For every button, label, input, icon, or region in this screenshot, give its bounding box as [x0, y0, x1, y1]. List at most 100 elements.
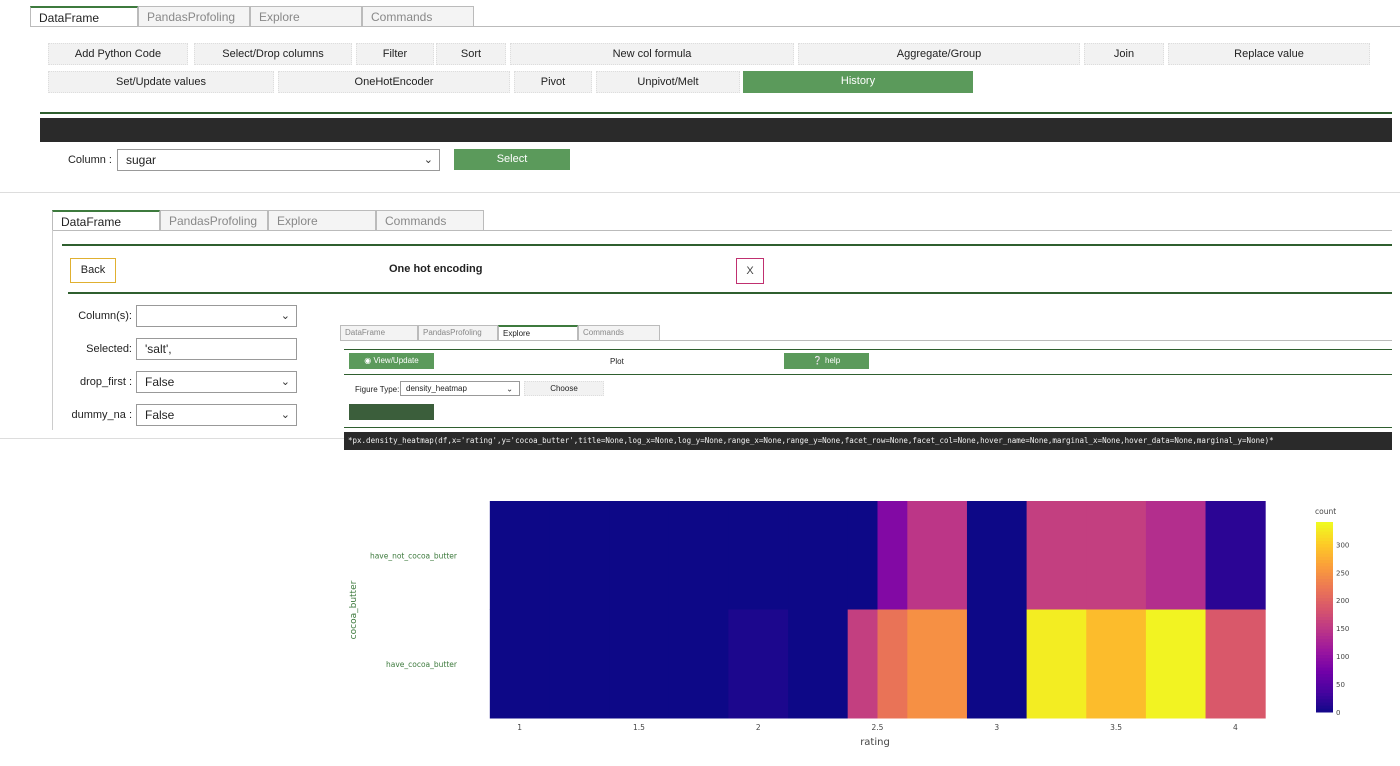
heatmap-cell: [1086, 501, 1147, 610]
colorbar-segment: [1316, 610, 1333, 615]
join-button[interactable]: Join: [1084, 43, 1164, 65]
mid-tab-pandasprofoling[interactable]: PandasProfoling: [160, 210, 268, 230]
colorbar-segment: [1316, 522, 1333, 526]
colorbar-segment: [1316, 569, 1333, 574]
lower-separator: [0, 438, 345, 439]
column-select[interactable]: sugar ⌄: [117, 149, 440, 171]
add-python-code-button[interactable]: Add Python Code: [48, 43, 188, 65]
x-tick-label: 3: [994, 723, 999, 732]
sort-button[interactable]: Sort: [436, 43, 506, 65]
colorbar-segment: [1316, 648, 1333, 653]
top-tab-pandasprofoling[interactable]: PandasProfoling: [138, 6, 250, 26]
dummy-na-label: dummy_na :: [71, 409, 132, 421]
drop-first-select[interactable]: False ⌄: [136, 371, 297, 393]
heatmap-cell: [609, 609, 670, 719]
pivot-button[interactable]: Pivot: [514, 71, 592, 93]
heatmap-cell: [1026, 501, 1087, 610]
heatmap-cell: [847, 501, 878, 610]
colorbar-segment: [1316, 556, 1333, 561]
run-button[interactable]: [349, 404, 434, 420]
history-button[interactable]: History: [743, 71, 973, 93]
mid-tab-dataframe[interactable]: DataFrame: [52, 210, 160, 230]
colorbar-segment: [1316, 658, 1333, 662]
explore-tab-pandasprofoling[interactable]: PandasProfoling: [418, 325, 498, 340]
colorbar-segment: [1316, 604, 1333, 608]
colorbar-segment: [1316, 674, 1333, 678]
heatmap-cell: [728, 609, 789, 719]
colorbar-segment: [1316, 683, 1333, 688]
heatmap-cell: [489, 501, 550, 610]
x-tick-label: 2: [756, 723, 761, 732]
colorbar-segment: [1316, 560, 1333, 564]
drop-first-value: False: [145, 375, 175, 389]
colorbar: 0 50 100 150 200 250 300: [1316, 522, 1349, 717]
colorbar-segment: [1316, 588, 1333, 593]
density-heatmap-chart: have_not_cocoa_butter have_cocoa_butter 1…: [349, 501, 1349, 748]
view-update-button[interactable]: ◉ View/Update: [349, 353, 434, 369]
heatmap-cell: [847, 609, 878, 719]
chevron-down-icon: ⌄: [280, 409, 290, 421]
heatmap-cell: [1205, 501, 1266, 610]
dummy-na-select[interactable]: False ⌄: [136, 404, 297, 426]
onehotencoder-button[interactable]: OneHotEncoder: [278, 71, 510, 93]
selected-input[interactable]: 'salt',: [136, 338, 297, 360]
unpivot-melt-button[interactable]: Unpivot/Melt: [596, 71, 740, 93]
heatmap-cell: [549, 609, 610, 719]
choose-button[interactable]: Choose: [524, 381, 604, 396]
colorbar-segment: [1316, 629, 1333, 634]
colorbar-segment: [1316, 693, 1333, 697]
code-output: *px.density_heatmap(df,x='rating',y='coc…: [344, 432, 1392, 450]
close-button[interactable]: X: [736, 258, 764, 284]
back-button[interactable]: Back: [70, 258, 116, 283]
colorbar-segment: [1316, 547, 1333, 551]
selected-input-value: 'salt',: [145, 342, 172, 356]
explore-tab-explore[interactable]: Explore: [498, 325, 578, 340]
colorbar-segment: [1316, 601, 1333, 605]
mid-tab-commands[interactable]: Commands: [376, 210, 484, 230]
mid-divider-bottom: [68, 292, 1392, 294]
colorbar-segment: [1316, 582, 1333, 586]
colorbar-segment: [1316, 670, 1333, 675]
explore-tab-dataframe[interactable]: DataFrame: [340, 325, 418, 340]
top-tab-dataframe[interactable]: DataFrame: [30, 6, 138, 26]
camera-icon: ◉: [364, 356, 372, 365]
heatmap-cell: [489, 609, 550, 719]
heatmap-cell: [728, 501, 789, 610]
mid-tab-explore[interactable]: Explore: [268, 210, 376, 230]
figure-type-label: Figure Type:: [355, 385, 400, 394]
colorbar-segment: [1316, 591, 1333, 596]
set-update-values-button[interactable]: Set/Update values: [48, 71, 274, 93]
chevron-down-icon: ⌄: [423, 154, 433, 166]
x-tick-label: 4: [1233, 723, 1238, 732]
select-button[interactable]: Select: [454, 149, 570, 170]
heatmap-cell: [668, 501, 729, 610]
colorbar-tick-label: 100: [1336, 653, 1349, 661]
colorbar-segment: [1316, 575, 1333, 580]
replace-value-button[interactable]: Replace value: [1168, 43, 1370, 65]
heatmap-cell: [966, 609, 1028, 719]
new-col-formula-button[interactable]: New col formula: [510, 43, 794, 65]
colorbar-tick-label: 200: [1336, 597, 1349, 605]
colorbar-segment: [1316, 537, 1333, 542]
x-tick-label: 2.5: [872, 723, 884, 732]
tab-underline: [30, 26, 1400, 27]
explore-tab-commands[interactable]: Commands: [578, 325, 660, 340]
help-button[interactable]: ❔ help: [784, 353, 869, 369]
aggregate-group-button[interactable]: Aggregate/Group: [798, 43, 1080, 65]
dummy-na-value: False: [145, 408, 175, 422]
top-tab-explore[interactable]: Explore: [250, 6, 362, 26]
colorbar-segment: [1316, 528, 1333, 532]
select-drop-columns-button[interactable]: Select/Drop columns: [194, 43, 352, 65]
heatmap-cell: [788, 609, 849, 719]
columns-select[interactable]: ⌄: [136, 305, 297, 327]
heatmap-cell: [877, 501, 908, 610]
chevron-down-icon: ⌄: [506, 384, 513, 393]
heatmap-cell: [966, 501, 1028, 610]
colorbar-segment: [1316, 708, 1333, 713]
top-tab-commands[interactable]: Commands: [362, 6, 474, 26]
y-axis-ticks: have_not_cocoa_butter have_cocoa_butter: [370, 551, 458, 669]
filter-button[interactable]: Filter: [356, 43, 434, 65]
figure-type-select[interactable]: density_heatmap ⌄: [400, 381, 520, 396]
x-tick-label: 3.5: [1110, 723, 1122, 732]
heatmap-cell: [907, 609, 968, 719]
